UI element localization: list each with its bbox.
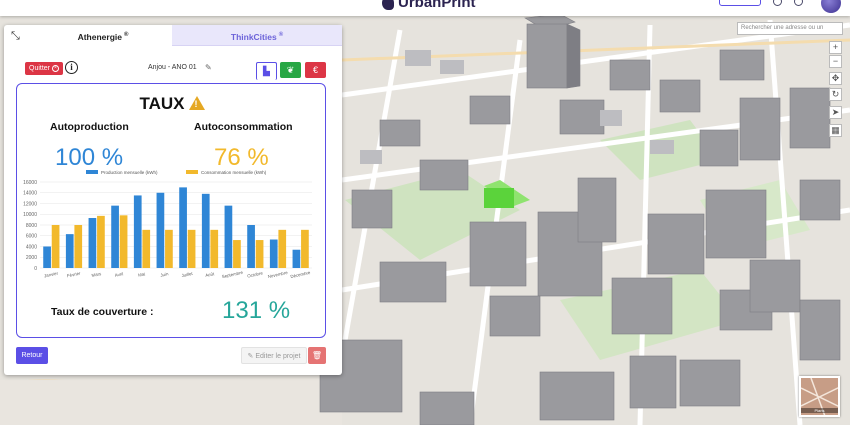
top-navbar: UrbanPrint <box>0 0 850 16</box>
top-action-button[interactable] <box>719 0 761 6</box>
y-tick-label: 12000 <box>23 201 37 207</box>
y-tick-label: 4000 <box>26 244 37 250</box>
minimap-label: Plans <box>801 408 838 413</box>
building-icon[interactable]: ▦ <box>829 124 842 137</box>
y-tick-label: 0 <box>34 266 37 272</box>
production-bar <box>111 205 119 268</box>
consumption-bar <box>210 229 219 268</box>
card-title: TAUX <box>17 94 327 114</box>
x-tick-label: Juin <box>160 271 169 278</box>
tab-thinkcities[interactable]: ThinkCities ® <box>172 25 342 46</box>
minimap[interactable]: Plans <box>799 376 840 417</box>
production-bar <box>269 239 278 268</box>
brand-name: UrbanPrint <box>398 0 476 11</box>
consumption-bar <box>301 229 309 268</box>
x-tick-label: Mars <box>91 271 102 278</box>
trash-icon: 🗑 <box>311 351 323 360</box>
y-tick-label: 8000 <box>26 223 37 229</box>
tab-athenergie[interactable]: Athenergie ® <box>34 25 172 46</box>
cost-view-button[interactable]: € <box>305 62 326 78</box>
production-bar <box>179 187 187 268</box>
monthly-energy-chart: Production mensuelle (kWh) Consommation m… <box>23 170 312 279</box>
production-bar <box>201 193 210 268</box>
x-tick-label: Mai <box>138 271 146 277</box>
project-name: Anjou - ANO 01 <box>148 64 197 71</box>
zoom-in-button[interactable]: + <box>829 41 842 54</box>
x-tick-label: Septembre <box>221 270 244 279</box>
consumption-bar <box>97 215 105 268</box>
pencil-icon[interactable]: ✎ <box>205 63 212 72</box>
autoconsommation-value: 76 % <box>214 144 269 171</box>
back-button[interactable]: Retour <box>16 347 48 364</box>
y-tick-label: 14000 <box>23 191 37 197</box>
address-search-input[interactable]: Rechercher une adresse ou un <box>737 22 843 35</box>
delete-button[interactable]: 🗑 <box>308 347 326 364</box>
leaf-icon: ❦ <box>286 65 295 75</box>
legend-swatch <box>186 170 198 174</box>
user-avatar[interactable] <box>821 0 841 13</box>
rotate-icon[interactable]: ↻ <box>829 88 842 101</box>
x-tick-label: Octobre <box>247 270 264 278</box>
production-bar <box>43 246 51 268</box>
y-tick-label: 6000 <box>26 234 37 240</box>
zoom-out-button[interactable]: − <box>829 55 842 68</box>
legend-swatch <box>86 170 98 174</box>
x-tick-label: Juillet <box>181 271 194 278</box>
factory-view-button[interactable]: ▙ <box>256 62 277 80</box>
legend-label: Consommation mensuelle (kWh) <box>201 170 267 175</box>
production-bar <box>247 225 255 268</box>
x-tick-label: Novembre <box>267 270 288 279</box>
compass-icon[interactable]: ➤ <box>829 106 842 119</box>
production-bar <box>88 218 97 268</box>
environment-view-button[interactable]: ❦ <box>280 62 301 78</box>
consumption-bar <box>233 240 241 268</box>
production-bar <box>65 234 74 268</box>
factory-icon: ▙ <box>263 66 270 76</box>
autoconsommation-label: Autoconsommation <box>194 121 293 133</box>
quit-button[interactable]: Quitter × <box>25 62 64 75</box>
x-tick-label: Août <box>205 271 216 278</box>
help-icon[interactable] <box>773 0 782 6</box>
x-tick-label: Décembre <box>290 270 311 279</box>
y-tick-label: 2000 <box>26 255 37 261</box>
consumption-bar <box>74 225 83 268</box>
legend-label: Production mensuelle (kWh) <box>101 170 158 175</box>
edit-project-button[interactable]: ✎ Editer le projet <box>241 347 307 364</box>
close-circle-icon: × <box>52 64 60 72</box>
brand-mark-icon <box>382 0 394 11</box>
warning-icon[interactable] <box>188 96 205 110</box>
panel-tabs: ⤡ Athenergie ® ThinkCities ® <box>4 25 342 46</box>
consumption-bar <box>255 240 264 268</box>
x-tick-label: Février <box>66 271 81 279</box>
rates-card: TAUX Autoproduction Autoconsommation 100… <box>16 83 326 338</box>
pan-icon[interactable]: ✥ <box>829 72 842 85</box>
autoproduction-value: 100 % <box>55 144 124 171</box>
notification-icon[interactable] <box>794 0 803 6</box>
autoproduction-label: Autoproduction <box>50 121 129 133</box>
production-bar <box>224 205 233 268</box>
consumption-bar <box>51 225 60 268</box>
energy-panel: ⤡ Athenergie ® ThinkCities ® Quitter × i An… <box>4 25 342 375</box>
shrink-icon[interactable]: ⤡ <box>11 30 23 42</box>
brand-logo[interactable]: UrbanPrint <box>382 0 476 11</box>
consumption-bar <box>119 215 128 268</box>
coverage-label: Taux de couverture : <box>51 306 154 318</box>
x-tick-label: Avril <box>114 271 123 278</box>
consumption-bar <box>278 229 287 268</box>
y-tick-label: 16000 <box>23 180 37 186</box>
x-tick-label: Janvier <box>44 271 59 279</box>
consumption-bar <box>165 229 173 268</box>
coverage-value: 131 % <box>222 297 291 324</box>
production-bar <box>292 249 301 268</box>
consumption-bar <box>187 229 196 268</box>
consumption-bar <box>142 229 151 268</box>
production-bar <box>156 192 165 268</box>
info-icon[interactable]: i <box>65 61 78 74</box>
production-bar <box>133 195 142 268</box>
euro-icon: € <box>312 65 318 75</box>
y-tick-label: 10000 <box>23 212 37 218</box>
